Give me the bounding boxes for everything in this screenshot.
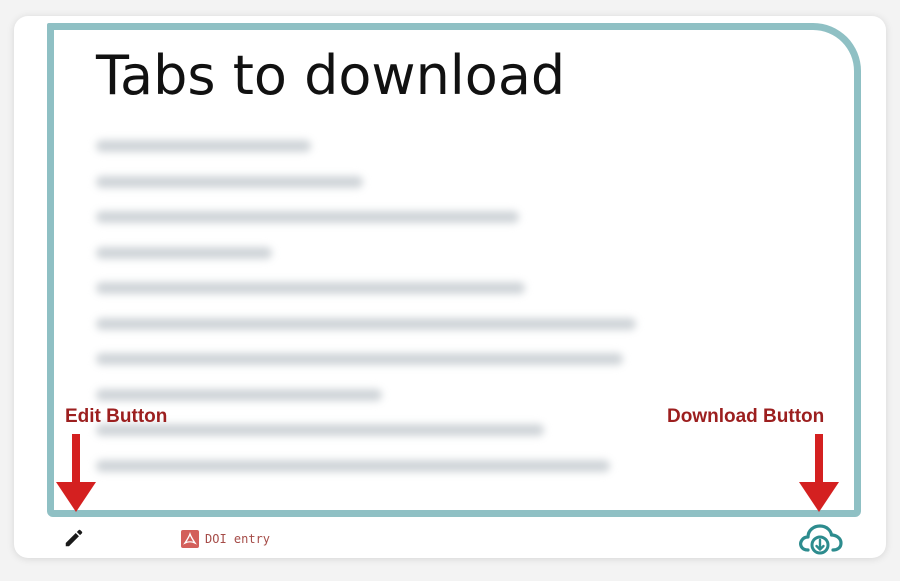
doi-entry-link[interactable]: DOI entry — [181, 530, 270, 548]
tab-item-blurred — [96, 459, 610, 472]
tab-item-blurred — [96, 317, 636, 330]
tab-item-blurred — [96, 246, 272, 259]
pdf-icon — [181, 530, 199, 548]
tab-item-blurred — [96, 140, 311, 152]
card-title: Tabs to download — [96, 44, 566, 107]
edit-annotation-label: Edit Button — [65, 406, 168, 427]
tab-item-blurred — [96, 175, 363, 188]
tab-item-blurred — [96, 388, 382, 401]
tab-list — [96, 140, 636, 495]
download-annotation-arrow — [799, 434, 839, 512]
doi-entry-label: DOI entry — [205, 532, 271, 546]
edit-annotation-arrow — [56, 434, 96, 512]
download-annotation-label: Download Button — [667, 406, 825, 427]
cloud-download-icon[interactable] — [796, 520, 844, 558]
tab-item-blurred — [96, 211, 519, 223]
tab-item-blurred — [96, 353, 623, 365]
tab-item-blurred — [96, 282, 525, 294]
pencil-icon[interactable] — [63, 527, 85, 549]
